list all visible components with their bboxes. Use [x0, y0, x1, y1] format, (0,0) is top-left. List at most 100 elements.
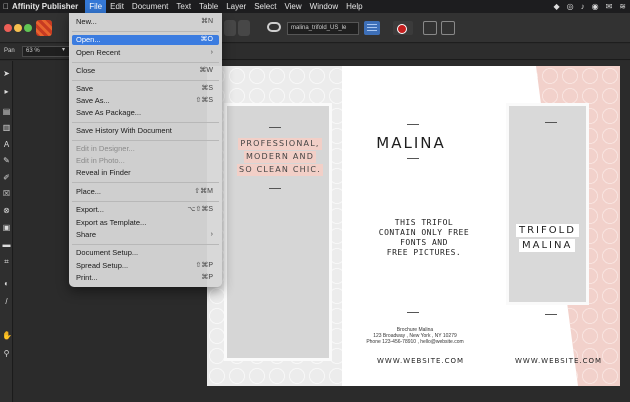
menu-document[interactable]: Document	[128, 0, 172, 13]
menu-item-print[interactable]: Print... ⌘P	[72, 273, 219, 283]
website-text: WWW.WEBSITE.COM	[377, 357, 465, 365]
publisher-persona-icon[interactable]	[36, 20, 52, 36]
menu-separator	[72, 122, 219, 123]
left-panel	[207, 66, 342, 386]
menu-item-save-as[interactable]: Save As... ⇧⌘S	[72, 96, 219, 106]
menu-file[interactable]: File	[85, 0, 107, 13]
artistic-text-tool-icon[interactable]: A	[2, 140, 11, 149]
app-menu[interactable]: Affinity Publisher	[12, 2, 78, 11]
menu-table[interactable]: Table	[195, 0, 222, 13]
menu-item-share[interactable]: Share ›	[72, 230, 219, 240]
professional-tagline: PROFESSIONAL, MODERN AND SO CLEAN CHIC.	[229, 138, 331, 177]
pencil-tool-icon[interactable]: ✐	[2, 173, 11, 182]
toolbar-button[interactable]	[224, 20, 236, 36]
node-tool-icon[interactable]: ▸	[2, 87, 11, 96]
zoom-dropdown-icon[interactable]: ▾	[62, 46, 65, 53]
menu-text[interactable]: Text	[172, 0, 195, 13]
link-icon[interactable]	[267, 22, 281, 32]
hand-tool-icon[interactable]: ✋	[2, 331, 12, 340]
website-text: WWW.WEBSITE.COM	[515, 357, 603, 365]
menu-separator	[72, 201, 219, 202]
menu-view[interactable]: View	[280, 0, 305, 13]
document-name-field[interactable]: malina_trifold_US_le	[287, 22, 359, 35]
menu-separator	[72, 80, 219, 81]
stroke-icon[interactable]	[423, 21, 437, 35]
brochure-title: MALINA	[376, 134, 446, 152]
contact-line: Phone 123-456-78910 , hello@website.com	[366, 339, 464, 346]
menu-window[interactable]: Window	[306, 0, 342, 13]
tagline-line: PROFESSIONAL,	[238, 138, 322, 150]
divider	[269, 127, 281, 128]
menu-layer[interactable]: Layer	[222, 0, 250, 13]
menu-item-edit-in-photo: Edit in Photo...	[76, 156, 125, 165]
move-tool-icon[interactable]: ➤	[2, 69, 11, 78]
menu-item-place[interactable]: Place... ⇧⌘M	[72, 187, 219, 197]
pen-tool-icon[interactable]: ✎	[2, 156, 11, 165]
table-tool-icon[interactable]: ▥	[2, 123, 11, 132]
transparency-tool-icon[interactable]: /	[2, 297, 11, 306]
sync-icon[interactable]: ◎	[567, 2, 574, 11]
menu-item-close[interactable]: Close ⌘W	[72, 66, 219, 76]
divider	[545, 314, 557, 315]
file-menu-dropdown: New... ⌘N Open... ⌘O Open Recent › Close ⌘W …	[69, 13, 222, 287]
menu-separator	[72, 244, 219, 245]
menu-separator	[72, 140, 219, 141]
menu-bar:  Affinity Publisher File Edit Document …	[0, 0, 630, 13]
status-icons: ◆ ◎ ♪ ◉ ✉ ≋	[553, 0, 626, 13]
minimize-window-button[interactable]	[14, 24, 22, 32]
apple-menu-icon[interactable]: 	[0, 2, 12, 11]
trifold-title: TRIFOLD	[516, 224, 579, 237]
menu-item-document-setup[interactable]: Document Setup...	[72, 248, 219, 258]
zoom-window-button[interactable]	[24, 24, 32, 32]
menu-item-open[interactable]: Open... ⌘O	[72, 35, 219, 45]
menu-item-open-recent[interactable]: Open Recent ›	[72, 48, 219, 58]
align-icon[interactable]	[441, 21, 455, 35]
mail-icon[interactable]: ✉	[606, 2, 613, 11]
divider	[269, 188, 281, 189]
description-line: FONTS AND	[400, 238, 448, 247]
zoom-tool-icon[interactable]: ⚲	[2, 349, 11, 358]
fill-tool-icon[interactable]: ◐	[2, 279, 11, 288]
close-window-button[interactable]	[4, 24, 12, 32]
menu-item-save-as-package[interactable]: Save As Package...	[72, 108, 219, 118]
menu-item-save-history[interactable]: Save History With Document	[72, 126, 219, 136]
menu-help[interactable]: Help	[342, 0, 366, 13]
trifold-subtitle: MALINA	[519, 239, 576, 252]
image-tool-icon[interactable]: ▣	[2, 223, 11, 232]
picture-frame-tool-icon[interactable]: ☒	[2, 189, 11, 198]
menu-separator	[72, 62, 219, 63]
description-line: CONTAIN ONLY FREE	[378, 228, 470, 237]
menu-item-export-as-template[interactable]: Export as Template...	[72, 218, 219, 228]
tagline-line: SO CLEAN CHIC.	[237, 164, 323, 176]
wifi-icon[interactable]: ≋	[619, 2, 626, 11]
ellipse-frame-tool-icon[interactable]: ⊗	[2, 206, 11, 215]
tool-label: Pan	[4, 48, 15, 54]
menu-separator	[72, 182, 219, 183]
menu-item-save[interactable]: Save ⌘S	[72, 84, 219, 94]
tools-panel: ➤ ▸ ▤ ▥ A ✎ ✐ ☒ ⊗ ▣ ▬ ⌗ ◐ / ✋ ⚲	[0, 61, 13, 402]
description-line: FREE PICTURES.	[386, 248, 462, 257]
menu-edit[interactable]: Edit	[106, 0, 128, 13]
crop-tool-icon[interactable]: ⌗	[2, 257, 11, 266]
menu-select[interactable]: Select	[250, 0, 280, 13]
trifol-description: THIS TRIFOL CONTAIN ONLY FREE FONTS AND …	[364, 218, 484, 258]
description-line: THIS TRIFOL	[394, 218, 454, 227]
divider	[545, 122, 557, 123]
menu-item-reveal-in-finder[interactable]: Reveal in Finder	[72, 168, 219, 178]
divider	[407, 124, 419, 125]
tagline-line: MODERN AND	[243, 151, 317, 163]
shape-tool-icon[interactable]: ▬	[2, 240, 11, 249]
music-icon[interactable]: ♪	[581, 2, 585, 11]
menu-item-spread-setup[interactable]: Spread Setup... ⇧⌘P	[72, 261, 219, 271]
color-swatch-icon[interactable]	[393, 21, 413, 35]
record-icon[interactable]: ◉	[592, 2, 599, 11]
right-image-frame[interactable]	[506, 103, 589, 305]
menu-item-edit-in-designer: Edit in Designer...	[76, 144, 135, 153]
toolbar-button[interactable]	[238, 20, 250, 36]
view-mode-icon[interactable]	[364, 21, 380, 35]
menu-item-new[interactable]: New... ⌘N	[72, 17, 219, 27]
frame-text-tool-icon[interactable]: ▤	[2, 107, 11, 116]
divider	[407, 312, 419, 313]
menu-item-export[interactable]: Export... ⌥⇧⌘S	[72, 205, 219, 215]
dropbox-icon[interactable]: ◆	[553, 2, 559, 11]
